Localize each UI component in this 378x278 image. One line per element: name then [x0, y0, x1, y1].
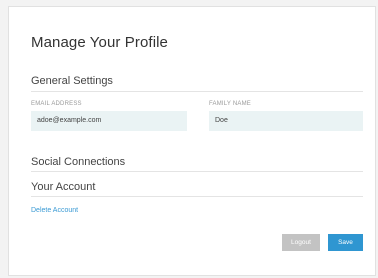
- email-field[interactable]: [31, 111, 187, 131]
- family-name-label: FAMILY NAME: [209, 101, 251, 107]
- save-button[interactable]: Save: [328, 234, 363, 251]
- social-connections-divider: [31, 171, 363, 172]
- family-name-field[interactable]: [209, 111, 363, 131]
- social-connections-heading: Social Connections: [31, 156, 126, 168]
- profile-card: Manage Your Profile General Settings EMA…: [8, 6, 376, 276]
- delete-account-link[interactable]: Delete Account: [31, 207, 78, 214]
- email-label: EMAIL ADDRESS: [31, 101, 82, 107]
- your-account-heading: Your Account: [31, 181, 96, 193]
- your-account-divider: [31, 196, 363, 197]
- general-settings-divider: [31, 91, 363, 92]
- general-settings-heading: General Settings: [31, 75, 113, 87]
- page-title: Manage Your Profile: [31, 34, 168, 51]
- logout-button[interactable]: Logout: [282, 234, 320, 251]
